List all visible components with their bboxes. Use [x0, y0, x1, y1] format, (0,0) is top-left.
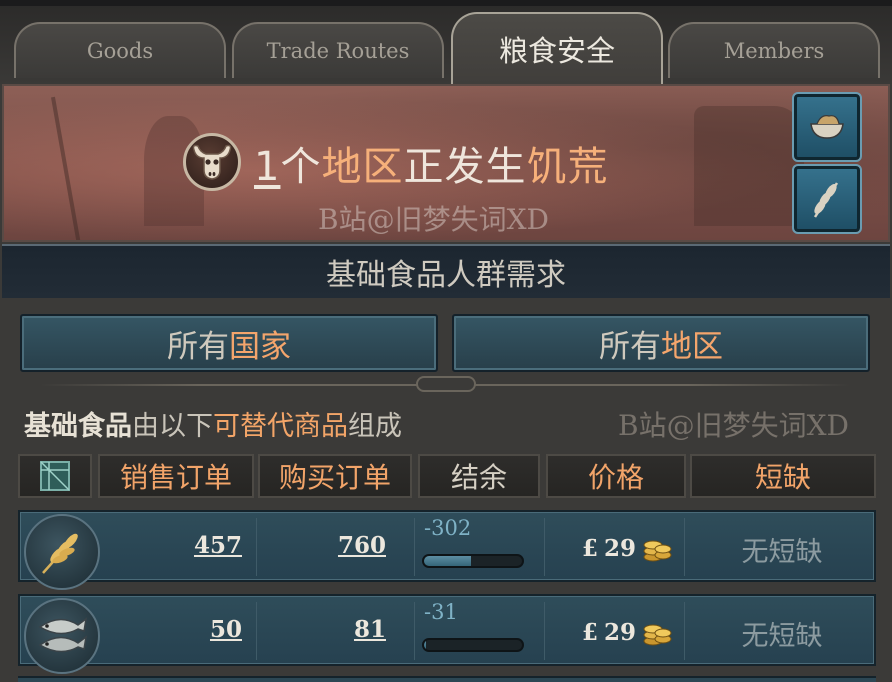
- all-countries-button[interactable]: 所有 国家: [20, 314, 438, 372]
- next-row-edge: [18, 676, 876, 682]
- price-value[interactable]: £ 29: [582, 530, 672, 566]
- cow-skull-icon: [183, 133, 241, 191]
- tab-bar: Goods Trade Routes 粮食安全 Members: [0, 0, 892, 84]
- column-buy-orders[interactable]: 购买订单: [258, 454, 412, 498]
- famine-status-text: 1个地区正发生饥荒: [254, 144, 609, 190]
- filter-toggle-button[interactable]: [18, 454, 92, 498]
- watermark: B站@旧梦失词XD: [318, 203, 549, 236]
- column-price[interactable]: 价格: [546, 454, 686, 498]
- sell-orders-value[interactable]: 50: [170, 616, 242, 648]
- balance-bar: [422, 554, 524, 568]
- table-row[interactable]: 50 81 -31 £ 29 无短缺: [18, 594, 876, 674]
- tab-goods[interactable]: Goods: [14, 22, 226, 78]
- column-balance[interactable]: 结余: [418, 454, 540, 498]
- grain-leaf-icon-button[interactable]: [792, 164, 862, 234]
- wheat-icon: [24, 514, 100, 590]
- balance-value: -302: [424, 516, 472, 540]
- gold-coins-icon: [643, 624, 672, 646]
- gold-coins-icon: [643, 540, 672, 562]
- table-row[interactable]: 457 760 -302 £ 29 无短缺: [18, 510, 876, 590]
- column-shortage[interactable]: 短缺: [690, 454, 876, 498]
- grain-leaf-icon: [813, 182, 839, 218]
- tab-members[interactable]: Members: [668, 22, 880, 78]
- buy-orders-value[interactable]: 760: [310, 532, 386, 564]
- watermark: B站@旧梦失词XD: [618, 409, 849, 442]
- column-sell-orders[interactable]: 销售订单: [98, 454, 254, 498]
- tab-trade-routes[interactable]: Trade Routes: [232, 22, 444, 78]
- balance-bar: [422, 638, 524, 652]
- bowl-icon: [810, 115, 844, 139]
- bowl-icon-button[interactable]: [792, 92, 862, 162]
- all-regions-button[interactable]: 所有 地区: [452, 314, 870, 372]
- fish-icon: [24, 598, 100, 674]
- sell-orders-value[interactable]: 457: [170, 532, 242, 564]
- tab-food-security[interactable]: 粮食安全: [451, 12, 663, 84]
- buy-orders-value[interactable]: 81: [310, 616, 386, 648]
- famine-count[interactable]: 1: [254, 144, 280, 190]
- balance-value: -31: [424, 600, 458, 624]
- divider-ornament: [416, 376, 476, 392]
- checkbox-grid-icon: [40, 461, 70, 491]
- shortage-status: 无短缺: [741, 537, 823, 568]
- shortage-status: 无短缺: [741, 621, 823, 652]
- composition-description: 基础食品由以下可替代商品组成: [24, 411, 402, 442]
- price-value[interactable]: £ 29: [582, 614, 672, 650]
- section-title: 基础食品人群需求: [2, 244, 890, 298]
